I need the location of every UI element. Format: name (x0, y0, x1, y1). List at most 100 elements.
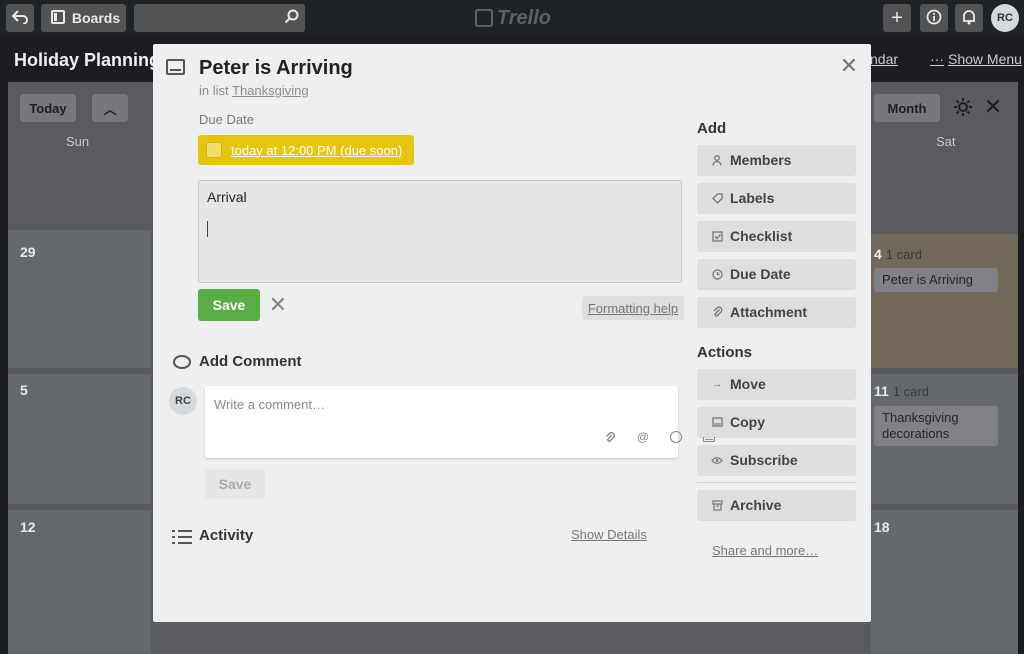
date-number: 41 card (874, 246, 922, 262)
subscribe-button[interactable]: Subscribe (697, 445, 856, 475)
emoji-icon[interactable] (669, 430, 683, 444)
add-comment-title: Add Comment (199, 353, 302, 370)
archive-button[interactable]: Archive (697, 490, 856, 520)
card-detail-modal: ✕ Peter is Arriving in list Thanksgiving… (153, 44, 871, 622)
card-icon (711, 417, 723, 427)
avatar[interactable]: RC (169, 387, 197, 415)
move-button[interactable]: → Move (697, 369, 856, 399)
person-icon (711, 154, 723, 166)
share-and-more-link[interactable]: Share and more… (712, 543, 818, 558)
date-number: 29 (20, 244, 36, 260)
logo-text: Trello (496, 6, 551, 29)
subscribe-label: Subscribe (730, 452, 798, 468)
labels-button[interactable]: Labels (697, 183, 856, 213)
date-number: 18 (874, 519, 890, 535)
cancel-edit-icon[interactable]: ✕ (268, 293, 288, 317)
list-prefix: in list (199, 83, 229, 98)
due-date-button[interactable]: Due Date (697, 259, 856, 289)
add-button[interactable]: + (883, 4, 911, 32)
back-button[interactable] (6, 4, 34, 32)
calendar-cell[interactable] (8, 374, 151, 504)
close-calendar-icon[interactable]: ✕ (982, 96, 1004, 118)
activity-icon (172, 529, 192, 545)
settings-icon[interactable] (952, 96, 974, 118)
boards-button[interactable]: Boards (41, 4, 126, 32)
divider (697, 482, 856, 483)
info-button[interactable] (920, 4, 948, 32)
more-icon: ··· (930, 51, 944, 67)
show-menu-label: Show Menu (948, 51, 1022, 67)
chevron-up-icon: ︿ (103, 101, 117, 117)
avatar[interactable]: RC (991, 4, 1019, 32)
top-bar: Boards Trello + RC (0, 0, 1024, 36)
calendar-card[interactable]: Peter is Arriving (874, 268, 998, 292)
due-complete-checkbox[interactable] (206, 142, 222, 158)
members-label: Members (730, 152, 792, 168)
list-breadcrumb: in list Thanksgiving (199, 83, 309, 98)
arrow-back-icon (11, 9, 28, 27)
close-icon[interactable]: ✕ (839, 55, 859, 77)
attachment-button[interactable]: Attachment (697, 297, 856, 327)
show-menu-link[interactable]: ··· Show Menu (930, 51, 1022, 67)
today-button[interactable]: Today (20, 94, 76, 122)
search-icon (284, 9, 299, 27)
search-input[interactable] (134, 4, 305, 32)
comment-icon (173, 355, 191, 369)
comment-box[interactable]: @ (205, 386, 715, 458)
paperclip-icon[interactable] (603, 430, 617, 444)
save-comment-button[interactable]: Save (205, 469, 265, 499)
attachment-label: Attachment (730, 304, 808, 320)
copy-button[interactable]: Copy (697, 407, 856, 437)
labels-label: Labels (730, 190, 775, 206)
plus-icon: + (891, 6, 903, 29)
boards-icon (50, 9, 65, 27)
day-header-sun: Sun (66, 134, 90, 149)
description-text: Arrival (207, 189, 247, 205)
date-number: 11 1 card (874, 383, 929, 399)
date-number-value: 11 (874, 383, 889, 399)
calendar-cell[interactable] (871, 510, 1018, 654)
due-date-label: Due Date (199, 112, 254, 127)
due-date-text[interactable]: today at 12:00 PM (due soon) (231, 143, 402, 158)
card-count: 1 card (885, 247, 922, 262)
date-number-value: 4 (874, 246, 882, 262)
due-date-badge[interactable]: today at 12:00 PM (due soon) (198, 135, 414, 165)
description-editor[interactable]: Arrival (198, 180, 682, 283)
list-link[interactable]: Thanksgiving (232, 83, 309, 98)
card-title[interactable]: Peter is Arriving (199, 57, 353, 80)
save-description-button[interactable]: Save (198, 289, 260, 321)
text-caret (207, 221, 208, 237)
clock-icon (711, 268, 723, 280)
archive-icon (711, 499, 723, 511)
calendar-link[interactable]: ndar (870, 51, 898, 67)
board-title[interactable]: Holiday Planning (14, 50, 160, 71)
notifications-button[interactable] (955, 4, 983, 32)
boards-label: Boards (71, 10, 121, 26)
eye-icon (711, 456, 723, 465)
formatting-help-button[interactable]: Formatting help (582, 296, 684, 320)
day-header-sat: Sat (936, 134, 956, 149)
paperclip-icon (711, 306, 723, 318)
archive-label: Archive (730, 497, 782, 513)
arrow-right-icon: → (711, 378, 723, 390)
checklist-button[interactable]: Checklist (697, 221, 856, 251)
month-button[interactable]: Month (874, 94, 940, 122)
calendar-card[interactable]: Thanksgiving decorations (874, 406, 998, 446)
mention-icon[interactable]: @ (636, 430, 650, 444)
date-number: 5 (20, 382, 28, 398)
add-section-title: Add (697, 120, 727, 137)
members-button[interactable]: Members (697, 145, 856, 175)
comment-input[interactable] (214, 395, 614, 413)
checklist-label: Checklist (730, 228, 793, 244)
trello-logo: Trello (475, 6, 551, 30)
info-icon (926, 9, 942, 28)
card-count: 1 card (892, 384, 929, 399)
checkbox-icon (711, 230, 723, 242)
show-details-link[interactable]: Show Details (571, 527, 647, 542)
tag-icon (711, 192, 723, 204)
prev-button[interactable]: ︿ (92, 94, 128, 122)
activity-title: Activity (199, 527, 254, 544)
card-icon (166, 59, 185, 75)
logo-icon (475, 9, 493, 27)
copy-label: Copy (730, 414, 765, 430)
